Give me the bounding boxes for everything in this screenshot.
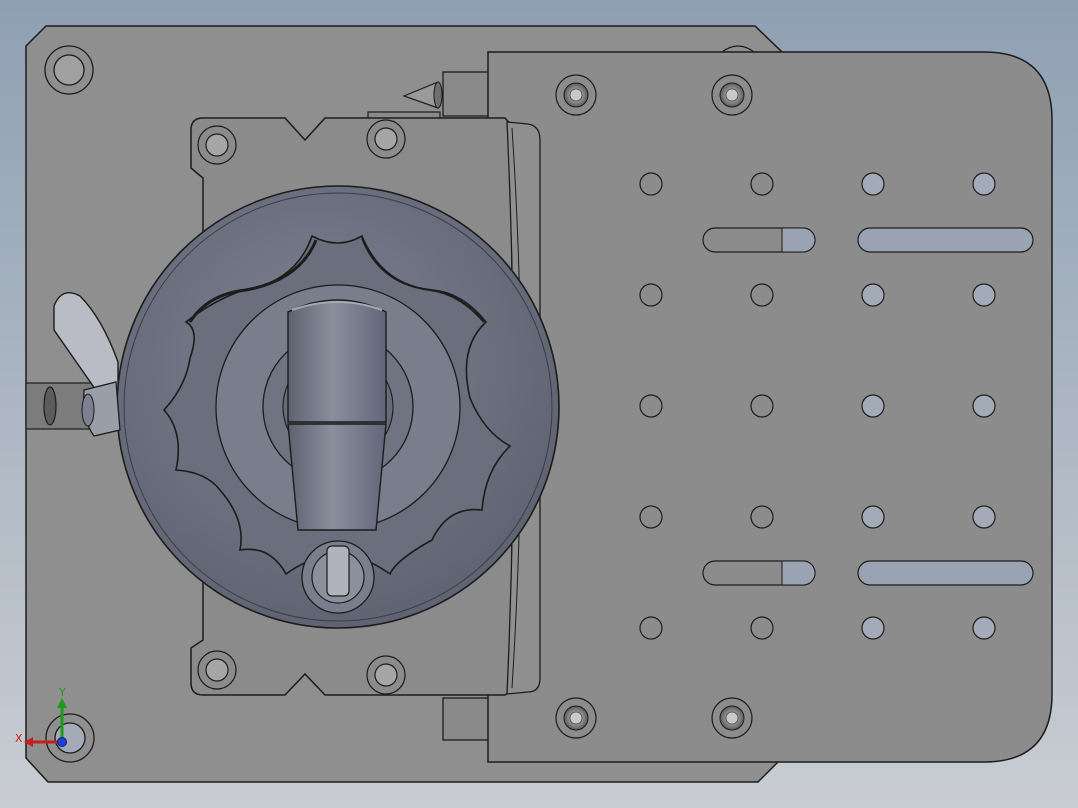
plate-hole <box>861 616 885 640</box>
plate-hole <box>750 505 774 529</box>
plate-slot-long <box>857 227 1034 253</box>
counterbore-screw <box>555 697 597 739</box>
dial-handle[interactable] <box>287 299 387 531</box>
plate-slot-insert <box>781 560 816 586</box>
plate-hole <box>639 505 663 529</box>
plate-hole <box>972 394 996 418</box>
plate-hole <box>639 172 663 196</box>
triad-y-label: Y <box>59 686 66 699</box>
triad-x-label: X <box>15 732 23 745</box>
plate-hole <box>861 394 885 418</box>
plate-hole <box>861 505 885 529</box>
plate-hole <box>639 616 663 640</box>
plate-hole <box>750 394 774 418</box>
plate-slot-long <box>857 560 1034 586</box>
counterbore-screw <box>711 697 753 739</box>
counterbore-screw <box>555 74 597 116</box>
plate-hole <box>972 505 996 529</box>
plate-hole <box>972 172 996 196</box>
plate-hole <box>750 172 774 196</box>
plate-slot-insert <box>781 227 816 253</box>
plate-hole <box>972 616 996 640</box>
cad-graphics-area[interactable]: X Y <box>0 0 1078 808</box>
plate-hole <box>861 172 885 196</box>
counterbore-screw <box>711 74 753 116</box>
plate-hole <box>639 283 663 307</box>
mounting-plate[interactable] <box>487 45 1053 763</box>
plate-hole <box>750 616 774 640</box>
plate-hole <box>861 283 885 307</box>
plate-hole <box>750 283 774 307</box>
triad-z-axis <box>57 737 67 747</box>
plate-hole <box>972 283 996 307</box>
handle-grip <box>287 299 387 423</box>
guide-block-bottom <box>442 697 490 741</box>
plate-hole <box>639 394 663 418</box>
index-pin <box>326 545 350 597</box>
assembly-model-view[interactable] <box>0 0 1078 808</box>
handle-neck <box>287 423 387 531</box>
